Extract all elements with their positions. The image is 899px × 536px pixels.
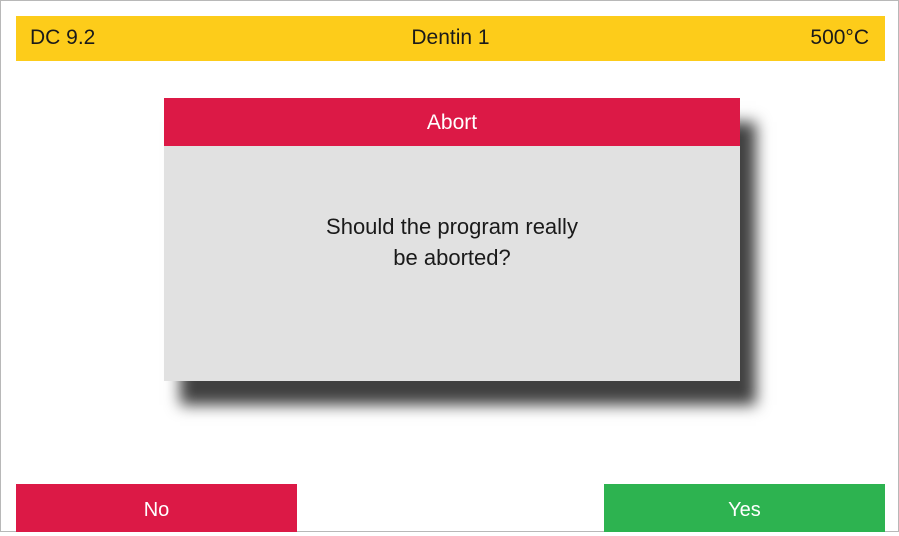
- dialog-message-line-2: be aborted?: [393, 245, 511, 270]
- program-name: Dentin 1: [411, 26, 490, 49]
- dialog-title: Abort: [164, 98, 740, 146]
- temperature-readout: 500°C: [810, 26, 869, 49]
- dialog-message: Should the program really be aborted?: [164, 211, 740, 273]
- dialog-message-line-1: Should the program really: [326, 214, 578, 239]
- status-bar: DC 9.2 Dentin 1 500°C: [16, 16, 885, 61]
- abort-dialog: Abort Should the program really be abort…: [164, 98, 740, 381]
- no-button[interactable]: No: [16, 484, 297, 532]
- yes-button[interactable]: Yes: [604, 484, 885, 532]
